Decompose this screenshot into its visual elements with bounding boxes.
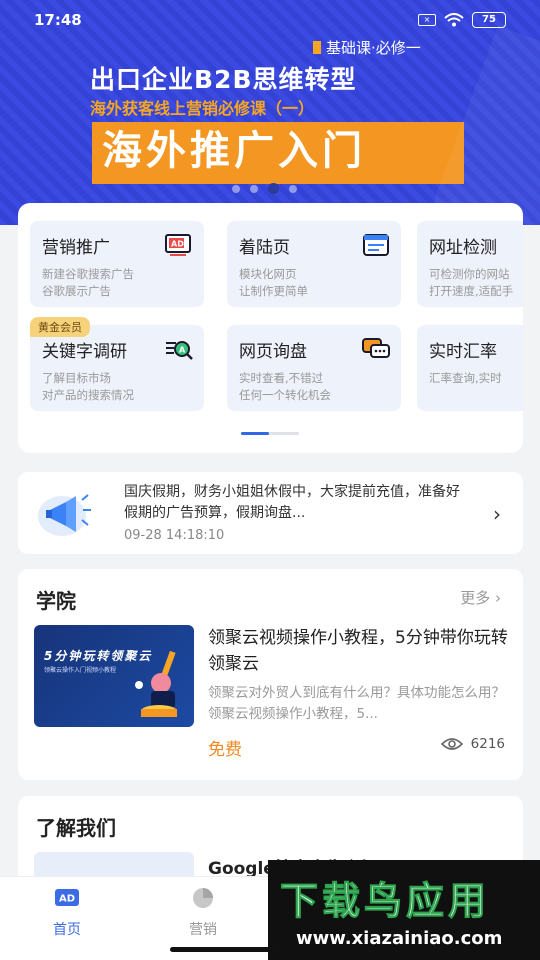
tool-desc: 模块化网页 让制作更简单 [239,267,308,298]
home-ad-icon: AD [55,889,79,906]
nav-label: 首页 [53,922,81,938]
course-views: 6216 [440,736,505,752]
chat-icon [362,338,390,358]
course-thumbnail[interactable]: 5分钟玩转领聚云 领聚云操作入门视频小教程 [34,625,194,727]
home-indicator [170,947,280,952]
svg-text:AD: AD [171,240,184,249]
tools-pager [241,432,299,435]
nav-home[interactable]: AD 首页 [32,887,102,939]
view-count: 6216 [470,736,505,752]
gold-member-tag: 黄金会员 [30,317,90,337]
tool-exchange-rate[interactable]: 实时汇率 汇率查询,实时 [417,325,523,411]
tool-desc: 汇率查询,实时 [429,371,502,385]
banner-dot [289,184,297,193]
course-price: 免费 [208,740,242,760]
section-title: 学院 [36,589,76,613]
svg-text:A: A [179,346,186,355]
tool-title: 网址检测 [429,238,497,258]
course-title[interactable]: 领聚云视频操作小教程，5分钟带你玩转领聚云 [208,625,508,677]
watermark-logo: 下载鸟应用 www.xiazainiao.com [268,860,540,960]
watermark-title: 下载鸟应用 [279,879,491,924]
tool-title: 实时汇率 [429,342,497,362]
banner-title: 出口企业B2B思维转型 [90,65,357,94]
section-title: 了解我们 [36,816,116,840]
wifi-icon [444,13,464,27]
keyword-search-icon: A [166,341,193,360]
pie-chart-icon [193,888,213,908]
watermark-url: www.xiazainiao.com [296,928,503,949]
megaphone-icon [38,494,91,536]
ad-icon: AD [165,234,191,256]
notice-card[interactable]: 国庆假期，财务小姐姐休假中，大家提前充值，准备好假期的广告预算，假期询盘... … [18,472,523,554]
banner-dot [250,184,258,193]
tool-keyword-research[interactable]: 黄金会员 关键字调研 了解目标市场 对产品的搜索情况 A [30,317,204,411]
chevron-right-icon[interactable]: › [493,502,501,526]
banner-dot-active [268,183,279,194]
banner-dot [232,184,240,193]
svg-text:AD: AD [59,894,75,905]
tool-desc: 了解目标市场 对产品的搜索情况 [42,371,134,402]
course-description: 领聚云对外贸人到底有什么用？具体功能怎么用？领聚云视频操作小教程，5... [208,685,505,722]
nav-label: 营销 [189,922,217,938]
nav-marketing[interactable]: 营销 [168,887,238,939]
tool-desc: 新建谷歌搜索广告 谷歌展示广告 [42,267,134,298]
battery-icon: 75 [472,12,506,28]
more-link[interactable]: 更多 › [460,587,501,608]
tool-web-inquiry[interactable]: 网页询盘 实时查看,不错过 任何一个转化机会 [227,325,401,411]
status-bar: 17:48 × 75 [0,0,540,40]
banner-badge: 基础课·必修一 [313,37,421,58]
status-time: 17:48 [34,11,82,29]
notice-text: 国庆假期，财务小姐姐休假中，大家提前充值，准备好假期的广告预算，假期询盘... [124,484,460,521]
banner-pagination [232,183,297,194]
tool-desc: 可检测你的网站 打开速度,适配手 [429,267,514,298]
eye-icon [440,738,463,750]
academy-section: 学院 更多 › 5分钟玩转领聚云 领聚云操作入门视频小教程 领聚云视频操作小教程… [18,569,523,780]
tool-desc: 实时查看,不错过 任何一个转化机会 [239,371,331,402]
tool-url-check[interactable]: 网址检测 可检测你的网站 打开速度,适配手 [417,221,523,307]
tool-landing-page[interactable]: 着陆页 模块化网页 让制作更简单 [227,221,401,307]
banner-headline: 海外推广入门 [92,122,464,184]
webpage-icon [363,234,389,256]
banner-subtitle: 海外获客线上营销必修课（一） [90,99,315,118]
thumbnail-subtitle: 领聚云操作入门视频小教程 [44,667,117,674]
sim-icon: × [418,14,436,26]
tool-marketing[interactable]: 营销推广 新建谷歌搜索广告 谷歌展示广告 AD [30,221,204,307]
notice-time: 09-28 14:18:10 [124,528,225,543]
tools-grid: 营销推广 新建谷歌搜索广告 谷歌展示广告 AD 着陆页 模块化网页 让制作更简单 网… [18,203,523,453]
illustration-icon [135,650,177,717]
